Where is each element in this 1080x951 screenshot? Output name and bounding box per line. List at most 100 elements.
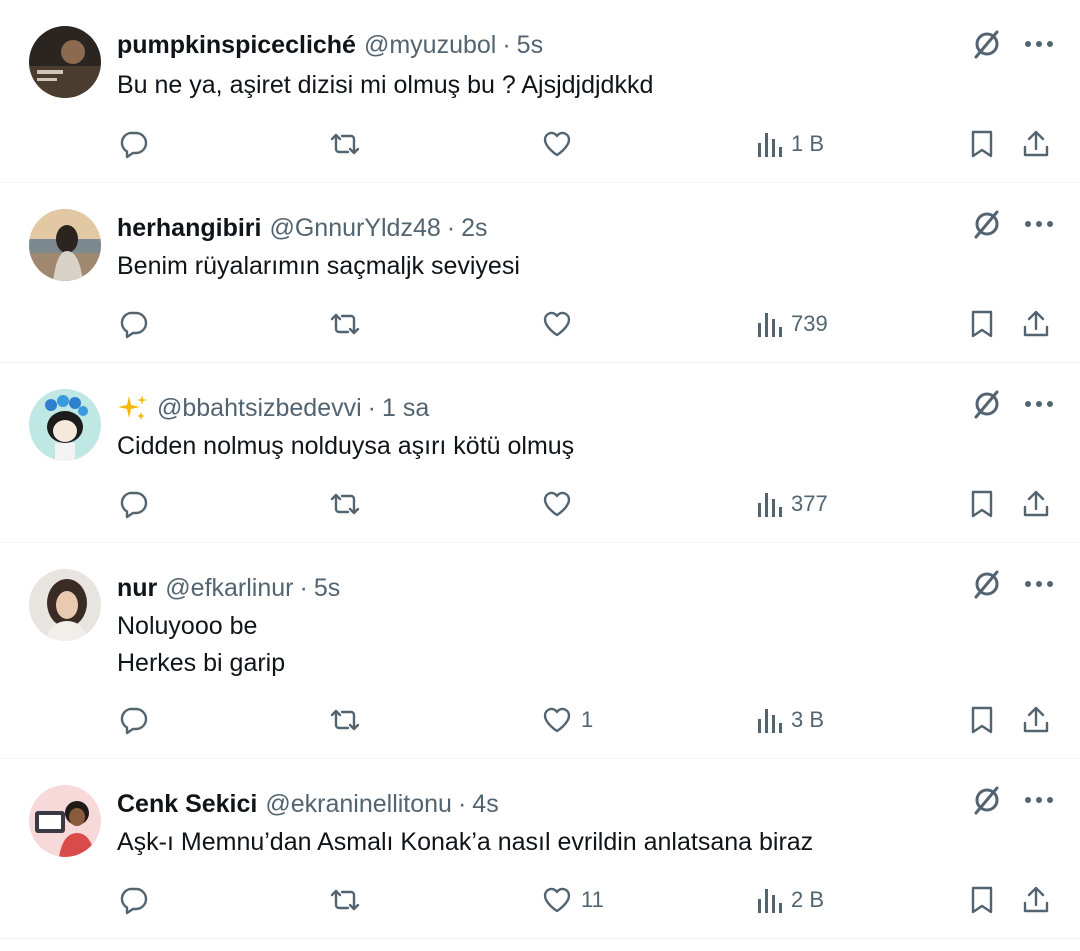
heart-icon — [543, 887, 571, 913]
views-button[interactable]: 2 B — [755, 880, 824, 920]
timestamp[interactable]: 1 sa — [382, 394, 429, 423]
share-icon — [1023, 310, 1049, 337]
retweet-button[interactable] — [328, 700, 362, 740]
retweet-icon — [330, 709, 360, 731]
share-button[interactable] — [1020, 880, 1052, 920]
tweet-text-line: Benim rüyalarımın saçmaljk seviyesi — [117, 252, 520, 280]
reply-button[interactable] — [117, 880, 149, 920]
reply-button[interactable] — [117, 484, 149, 524]
tweet-text: Bu ne ya, aşiret dizisi mi olmuş bu ? Aj… — [117, 67, 653, 104]
retweet-icon — [330, 313, 360, 335]
separator-dot: · — [367, 393, 376, 422]
user-handle[interactable]: @efkarlinur — [165, 574, 293, 603]
tweet[interactable]: Cenk Sekici @ekraninellitonu · 4s Aşk-ı … — [0, 759, 1080, 939]
bookmark-icon — [971, 490, 993, 518]
like-button[interactable] — [541, 484, 581, 524]
display-name[interactable]: herhangibiri — [117, 214, 261, 243]
views-button[interactable]: 1 B — [755, 124, 824, 164]
grok-slash-icon[interactable] — [970, 207, 1004, 241]
avatar[interactable] — [29, 209, 101, 281]
tweet-text-line: Noluyooo be — [117, 612, 258, 640]
reply-button[interactable] — [117, 700, 149, 740]
user-handle[interactable]: @ekraninellitonu — [265, 790, 452, 819]
tweet-top-icons — [970, 387, 1056, 421]
tweet-text: Cidden nolmuş nolduysa aşırı kötü olmuş — [117, 428, 574, 465]
avatar[interactable] — [29, 26, 101, 98]
more-dots-icon[interactable] — [1022, 27, 1056, 61]
retweet-button[interactable] — [328, 304, 362, 344]
display-name[interactable]: nur — [117, 574, 157, 603]
share-icon — [1023, 130, 1049, 157]
separator-dot: · — [457, 789, 467, 818]
sparkles-emoji[interactable] — [117, 392, 149, 424]
tweet-text-line: Aşk-ı Memnu’dan Asmalı Konak’a nasıl evr… — [117, 828, 814, 856]
avatar[interactable] — [29, 785, 101, 857]
bookmark-button[interactable] — [966, 700, 998, 740]
like-button[interactable]: 1 — [541, 700, 593, 740]
separator-dot: · — [502, 30, 511, 59]
more-dots-icon[interactable] — [1022, 207, 1056, 241]
reply-icon — [120, 707, 148, 735]
more-dots-icon[interactable] — [1022, 567, 1056, 601]
user-handle[interactable]: @GnnurYldz48 — [269, 214, 440, 243]
bookmark-button[interactable] — [966, 880, 998, 920]
grok-slash-icon[interactable] — [970, 783, 1004, 817]
separator-dot: · — [299, 573, 308, 602]
share-icon — [1023, 490, 1049, 517]
bookmark-button[interactable] — [966, 484, 998, 524]
heart-icon — [543, 707, 571, 733]
like-button[interactable]: 11 — [541, 880, 604, 920]
display-name[interactable]: pumpkinspicecliché — [117, 31, 356, 60]
view-count: 2 B — [791, 887, 825, 912]
timestamp[interactable]: 5s — [517, 31, 543, 60]
tweet-header: nur @efkarlinur · 5s — [117, 571, 340, 605]
like-button[interactable] — [541, 304, 581, 344]
tweet-text-line: Bu ne ya, aşiret dizisi mi olmuş bu ? Aj… — [117, 71, 654, 99]
share-button[interactable] — [1020, 124, 1052, 164]
views-button[interactable]: 377 — [755, 484, 828, 524]
bookmark-button[interactable] — [966, 304, 998, 344]
retweet-button[interactable] — [328, 124, 362, 164]
timestamp[interactable]: 2s — [461, 214, 487, 243]
reply-button[interactable] — [117, 124, 149, 164]
tweet-text-line: Cidden nolmuş nolduysa aşırı kötü olmuş — [117, 432, 575, 460]
retweet-icon — [330, 133, 360, 155]
timestamp[interactable]: 4s — [472, 790, 498, 819]
like-count: 11 — [581, 887, 604, 912]
reply-feed: pumpkinspicecliché @myuzubol · 5s Bu ne … — [0, 0, 1080, 939]
tweet[interactable]: pumpkinspicecliché @myuzubol · 5s Bu ne … — [0, 0, 1080, 183]
tweet-actions: 1 B — [0, 124, 1080, 164]
retweet-button[interactable] — [328, 484, 362, 524]
avatar[interactable] — [29, 569, 101, 641]
timestamp[interactable]: 5s — [314, 574, 340, 603]
like-button[interactable] — [541, 124, 581, 164]
grok-slash-icon[interactable] — [970, 387, 1004, 421]
user-handle[interactable]: @myuzubol — [364, 31, 496, 60]
views-button[interactable]: 3 B — [755, 700, 824, 740]
tweet[interactable]: herhangibiri @GnnurYldz48 · 2s Benim rüy… — [0, 183, 1080, 363]
tweet-actions: 739 — [0, 304, 1080, 344]
more-dots-icon[interactable] — [1022, 387, 1056, 421]
avatar[interactable] — [29, 389, 101, 461]
tweet[interactable]: @bbahtsizbedevvi · 1 sa Cidden nolmuş no… — [0, 363, 1080, 543]
views-button[interactable]: 739 — [755, 304, 828, 344]
reply-button[interactable] — [117, 304, 149, 344]
grok-slash-icon[interactable] — [970, 27, 1004, 61]
retweet-button[interactable] — [328, 880, 362, 920]
like-count: 1 — [581, 707, 594, 732]
tweet-header: Cenk Sekici @ekraninellitonu · 4s — [117, 787, 499, 821]
tweet-text: Noluyooo be Herkes bi garip — [117, 608, 285, 682]
share-button[interactable] — [1020, 304, 1052, 344]
reply-icon — [120, 131, 148, 159]
more-dots-icon[interactable] — [1022, 783, 1056, 817]
share-button[interactable] — [1020, 700, 1052, 740]
share-button[interactable] — [1020, 484, 1052, 524]
user-handle[interactable]: @bbahtsizbedevvi — [157, 394, 362, 423]
tweet[interactable]: nur @efkarlinur · 5s Noluyooo be Herkes … — [0, 543, 1080, 759]
grok-slash-icon[interactable] — [970, 567, 1004, 601]
tweet-text-line: Herkes bi garip — [117, 649, 286, 677]
display-name[interactable]: Cenk Sekici — [117, 790, 257, 819]
bookmark-button[interactable] — [966, 124, 998, 164]
heart-icon — [543, 491, 571, 517]
tweet-header: herhangibiri @GnnurYldz48 · 2s — [117, 211, 488, 245]
